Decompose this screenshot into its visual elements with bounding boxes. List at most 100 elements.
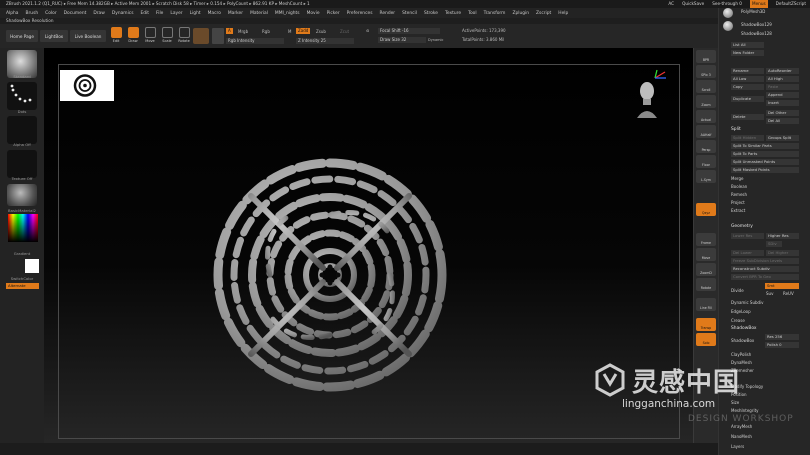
menu-material[interactable]: Material <box>250 11 268 16</box>
line-fill-button[interactable]: Line Fill <box>696 298 716 311</box>
menu-file[interactable]: File <box>156 11 163 16</box>
menu-layer[interactable]: Layer <box>170 11 182 16</box>
aahalf-button[interactable]: AAHalf <box>696 125 716 138</box>
lsym-button[interactable]: L.Sym <box>696 170 716 183</box>
menu-color[interactable]: Color <box>45 11 56 16</box>
a-toggle[interactable]: A <box>226 28 233 34</box>
color-swatch-icon[interactable] <box>212 28 224 44</box>
edgeloop-subpalette[interactable]: EdgeLoop <box>731 309 751 315</box>
menu-light[interactable]: Light <box>190 11 201 16</box>
see-through-slider[interactable]: See-through 0 <box>712 0 742 8</box>
list-all-button[interactable]: List All <box>731 42 764 48</box>
tool-shadowbox128[interactable]: ShadowBox128 <box>741 31 772 37</box>
spix-button[interactable]: SPix 3 <box>696 65 716 78</box>
quicksave-button[interactable]: QuickSave <box>682 0 704 8</box>
navigator-thumbnail[interactable] <box>60 70 114 101</box>
lightbox-button[interactable]: LightBox <box>40 30 68 42</box>
m-toggle[interactable]: M <box>288 29 291 34</box>
live-boolean-button[interactable]: Live Boolean <box>70 30 106 42</box>
split-unmasked-button[interactable]: Split Unmasked Points <box>731 159 799 165</box>
zadd-toggle[interactable]: Zadd <box>296 28 311 34</box>
convert-bpr-button[interactable]: Convert BPR To Geo <box>731 274 799 280</box>
append-button[interactable]: Append <box>766 92 799 98</box>
divide-button[interactable]: Divide <box>731 288 744 294</box>
nanomesh-subpalette[interactable]: NanoMesh <box>731 434 752 440</box>
solo-button[interactable]: Solo <box>696 333 716 346</box>
menu-alpha[interactable]: Alpha <box>6 11 18 16</box>
focal-shift-slider[interactable]: Focal Shift -16 <box>378 28 440 34</box>
remesh-subpalette[interactable]: Remesh <box>731 192 747 198</box>
menu-marker[interactable]: Marker <box>228 11 243 16</box>
material-sphere-icon[interactable] <box>193 28 209 44</box>
split-to-parts-button[interactable]: Split To Parts <box>731 151 799 157</box>
menu-help[interactable]: Help <box>558 11 568 16</box>
extract-subpalette[interactable]: Extract <box>731 208 745 214</box>
del-lower-button[interactable]: Del Lower <box>731 250 764 256</box>
draw-size-slider[interactable]: Draw Size 32 <box>378 37 426 43</box>
polymesh-tool-icon[interactable] <box>723 8 733 18</box>
menu-zscript[interactable]: Zscript <box>536 11 551 16</box>
crease-subpalette[interactable]: Crease <box>731 318 745 324</box>
menu-texture[interactable]: Texture <box>445 11 461 16</box>
scroll-button[interactable]: Scroll <box>696 80 716 93</box>
tool-polymesh3d[interactable]: PolyMesh3D <box>741 9 765 15</box>
split-masked-button[interactable]: Split Masked Points <box>731 167 799 173</box>
menus-button[interactable]: Menus <box>749 0 768 8</box>
menu-transform[interactable]: Transform <box>484 11 506 16</box>
qxyz-button[interactable]: Qxyz <box>696 203 716 216</box>
floor-button[interactable]: Floor <box>696 155 716 168</box>
transp-button[interactable]: Transp <box>696 318 716 331</box>
zoom-button[interactable]: Zoom <box>696 95 716 108</box>
menu-macro[interactable]: Macro <box>208 11 221 16</box>
smt-toggle[interactable]: Smt <box>765 283 799 289</box>
menu-zplugin[interactable]: Zplugin <box>512 11 529 16</box>
insert-button[interactable]: Insert <box>766 100 799 106</box>
orientation-head-icon[interactable] <box>636 78 658 118</box>
edit-tool[interactable]: Edit <box>108 27 124 45</box>
menu-draw[interactable]: Draw <box>93 11 104 16</box>
sculpt-mesh[interactable] <box>190 140 470 410</box>
menu-edit[interactable]: Edit <box>141 11 150 16</box>
rotate-view-button[interactable]: Rotate <box>696 278 716 291</box>
scale-tool[interactable]: Scale <box>159 27 175 45</box>
del-all-button[interactable]: Del All <box>766 118 799 124</box>
dynamic-toggle[interactable]: Dynamic <box>428 38 443 42</box>
copy-button[interactable]: Copy <box>731 84 764 90</box>
menu-tool[interactable]: Tool <box>468 11 477 16</box>
mrgb-toggle[interactable]: Mrgb <box>238 29 248 34</box>
split-hidden-button[interactable]: Split Hidden <box>731 135 764 141</box>
menu-stencil[interactable]: Stencil <box>402 11 417 16</box>
default-zscript-button[interactable]: DefaultZScript <box>776 0 806 8</box>
rgb-intensity-slider[interactable]: Rgb Intensity <box>226 38 284 44</box>
zsub-toggle[interactable]: Zsub <box>316 29 326 34</box>
menu-mmi-nights[interactable]: MMI_nights <box>275 11 300 16</box>
actual-button[interactable]: Actual <box>696 110 716 123</box>
geometry-section-header[interactable]: Geometry <box>731 224 753 229</box>
tool-shadowbox129[interactable]: ShadowBox129 <box>741 22 772 28</box>
rotate-tool[interactable]: Rotate <box>176 27 192 45</box>
freeze-subdiv-button[interactable]: Freeze SubDivision Levels <box>731 258 799 264</box>
main-color-swatch[interactable] <box>25 259 39 273</box>
shadowbox129-tool-icon[interactable] <box>723 21 733 31</box>
home-page-button[interactable]: Home Page <box>6 30 38 42</box>
reuv-toggle[interactable]: ReUV <box>783 291 794 297</box>
menu-stroke[interactable]: Stroke <box>424 11 438 16</box>
menu-brush[interactable]: Brush <box>25 11 38 16</box>
del-other-button[interactable]: Del Other <box>766 110 799 116</box>
material-thumbnail[interactable] <box>7 184 37 206</box>
stroke-thumbnail[interactable] <box>7 82 37 110</box>
switch-color-label[interactable]: SwitchColor <box>0 276 44 281</box>
higher-res-button[interactable]: Higher Res <box>766 233 799 239</box>
dynamic-subdiv-subpalette[interactable]: Dynamic Subdiv <box>731 300 764 306</box>
delete-button[interactable]: Delete <box>731 114 764 120</box>
project-subpalette[interactable]: Project <box>731 200 745 206</box>
all-high-button[interactable]: All High <box>766 76 799 82</box>
s-brush-icon[interactable]: ⊙ <box>366 28 374 42</box>
boolean-subpalette[interactable]: Boolean <box>731 184 747 190</box>
duplicate-button[interactable]: Duplicate <box>731 96 764 102</box>
polish-slider[interactable]: Polish 0 <box>765 342 799 348</box>
zcut-toggle[interactable]: Zcut <box>340 29 349 34</box>
res-slider[interactable]: Res 256 <box>765 334 799 340</box>
rename-button[interactable]: Rename <box>731 68 764 74</box>
z-intensity-slider[interactable]: Z Intensity 25 <box>296 38 354 44</box>
